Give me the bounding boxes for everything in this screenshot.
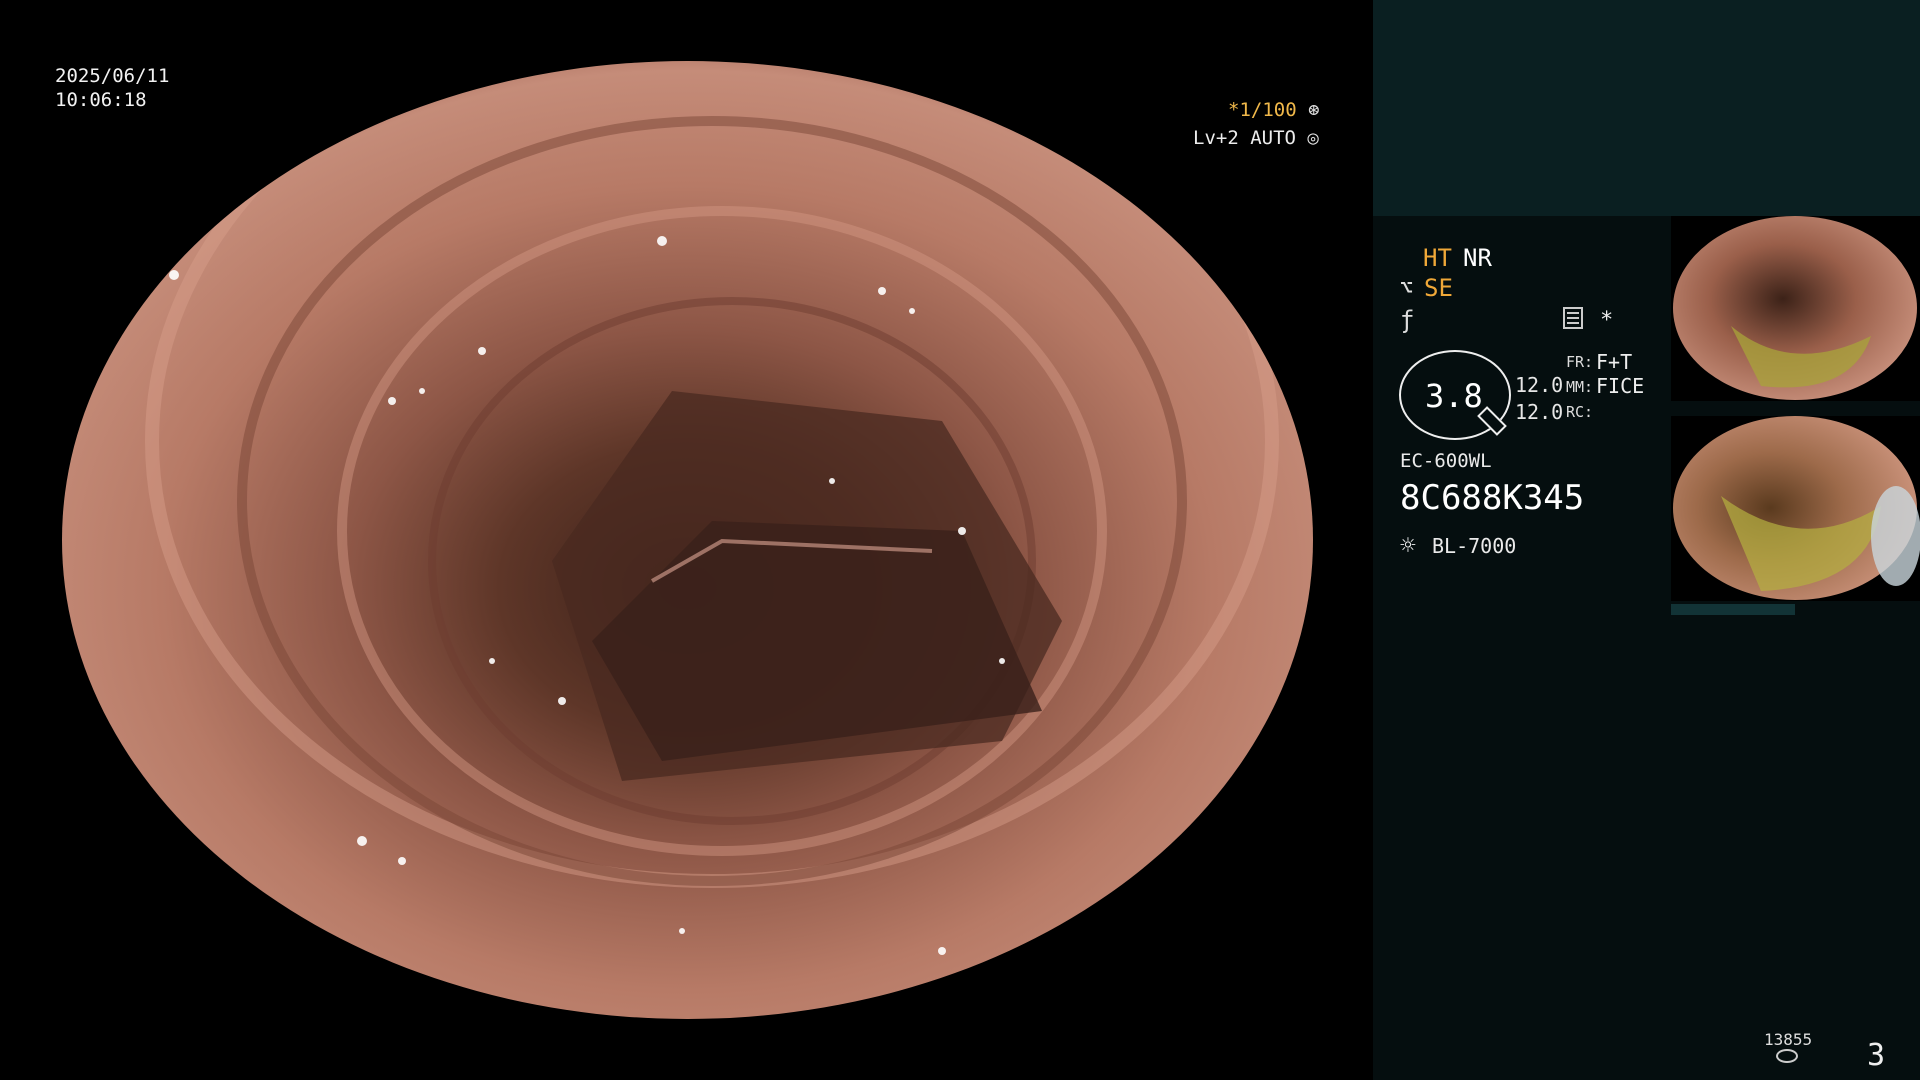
exam-time: 10:06:18 [55,89,147,111]
thumbnail-selection-bar [1671,604,1795,615]
brightness-level-value: Lv+2 AUTO [1193,127,1296,149]
storage-count: 13855 [1764,1030,1813,1049]
page-number: 3 [1867,1038,1886,1073]
info-panel-header [1373,0,1920,216]
endoscope-main-view [62,61,1313,1019]
aperture-icon: ⊛ [1308,99,1320,121]
fr-label: FR: [1566,353,1594,371]
setting-value-a: 12.0 [1515,373,1564,397]
scope-model: EC-600WL [1400,450,1492,472]
auto-iris-icon: ◎ [1307,127,1319,149]
light-source-icon: ☼ [1400,531,1416,561]
storage-disk-icon [1776,1049,1798,1063]
freeze-icon: ƒ [1400,306,1415,334]
star-icon: * [1600,308,1614,333]
mode-icon [1563,307,1583,329]
status-se: SE [1424,274,1453,302]
rc-label: RC: [1566,403,1594,421]
capture-thumbnail-1[interactable] [1671,216,1920,401]
scope-serial: 8C688K345 [1400,478,1585,518]
exam-date: 2025/06/11 [55,65,170,87]
fr-value: F+T [1596,350,1633,374]
status-ht: HT [1423,244,1452,272]
structure-enhance-icon: ⌥ [1400,276,1414,301]
zoom-value: 3.8 [1425,377,1483,415]
brightness-level: Lv+2 AUTO ◎ [1193,127,1319,149]
capture-thumbnail-2[interactable] [1671,416,1920,601]
light-source-model: BL-7000 [1432,534,1517,558]
mm-value: FICE [1596,374,1645,398]
mm-label: MM: [1566,378,1594,396]
shutter-speed-value: *1/100 [1228,99,1297,121]
setting-value-b: 12.0 [1515,400,1564,424]
status-nr: NR [1463,244,1492,272]
shutter-speed: *1/100 ⊛ [1228,99,1320,121]
